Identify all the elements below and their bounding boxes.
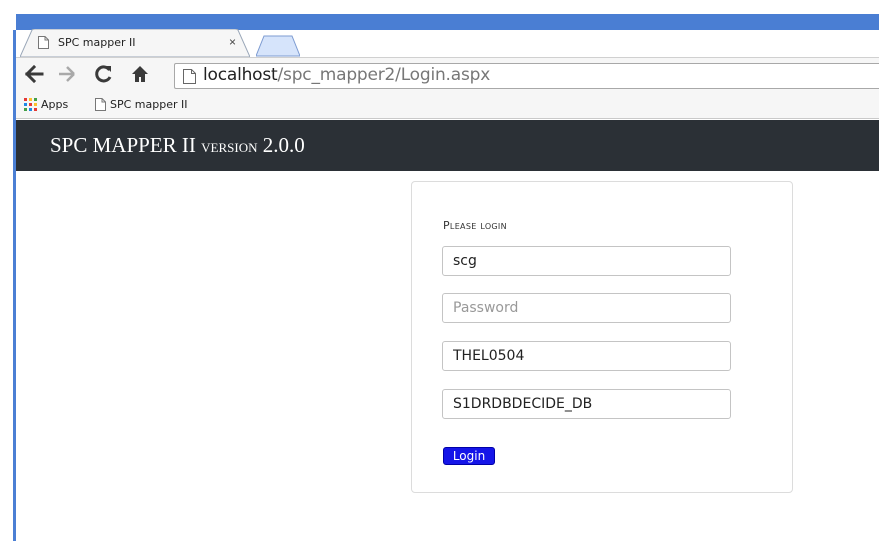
password-field[interactable]	[442, 293, 731, 323]
login-button[interactable]: Login	[443, 447, 495, 465]
apps-grid-icon	[24, 97, 37, 111]
tab-title: SPC mapper II	[58, 36, 136, 49]
address-bar[interactable]: localhost/spc_mapper2/Login.aspx	[174, 63, 879, 89]
window-frame-left	[0, 0, 16, 541]
login-title: Please login	[443, 219, 507, 232]
app-navbar: SPC MAPPER II version 2.0.0	[16, 120, 879, 171]
tab-close-icon[interactable]: ×	[229, 35, 236, 49]
server-field[interactable]	[442, 341, 731, 371]
bookmark-spc-mapper-label: SPC mapper II	[110, 97, 188, 111]
username-field[interactable]	[442, 246, 731, 276]
window-frame-strip	[0, 0, 879, 14]
reload-icon[interactable]	[94, 64, 114, 84]
bookmark-spc-mapper[interactable]: SPC mapper II	[95, 97, 188, 111]
page-icon	[95, 97, 106, 111]
new-tab-button[interactable]	[256, 35, 300, 57]
page-icon	[183, 69, 196, 84]
database-field[interactable]	[442, 389, 731, 419]
back-arrow-icon[interactable]	[24, 64, 44, 84]
browser-tab[interactable]: SPC mapper II ×	[20, 29, 250, 57]
url-text: localhost/spc_mapper2/Login.aspx	[203, 65, 490, 85]
brand-version-number: 2.0.0	[262, 133, 305, 157]
page-icon	[38, 36, 49, 49]
brand-version-word: version	[201, 136, 258, 156]
forward-arrow-icon[interactable]	[57, 64, 77, 84]
url-path: /spc_mapper2/Login.aspx	[277, 65, 491, 85]
login-panel: Please login Login	[411, 181, 793, 493]
bookmark-apps-label: Apps	[41, 97, 69, 111]
window-frame-top	[0, 0, 879, 30]
bookmarks-bar: Apps SPC mapper II	[16, 91, 879, 119]
home-icon[interactable]	[130, 64, 150, 84]
url-host: localhost	[203, 65, 278, 85]
brand-name: SPC MAPPER II	[50, 133, 196, 157]
app-brand[interactable]: SPC MAPPER II version 2.0.0	[50, 133, 305, 158]
browser-toolbar: localhost/spc_mapper2/Login.aspx	[16, 57, 879, 91]
bookmark-apps[interactable]: Apps	[24, 97, 68, 111]
